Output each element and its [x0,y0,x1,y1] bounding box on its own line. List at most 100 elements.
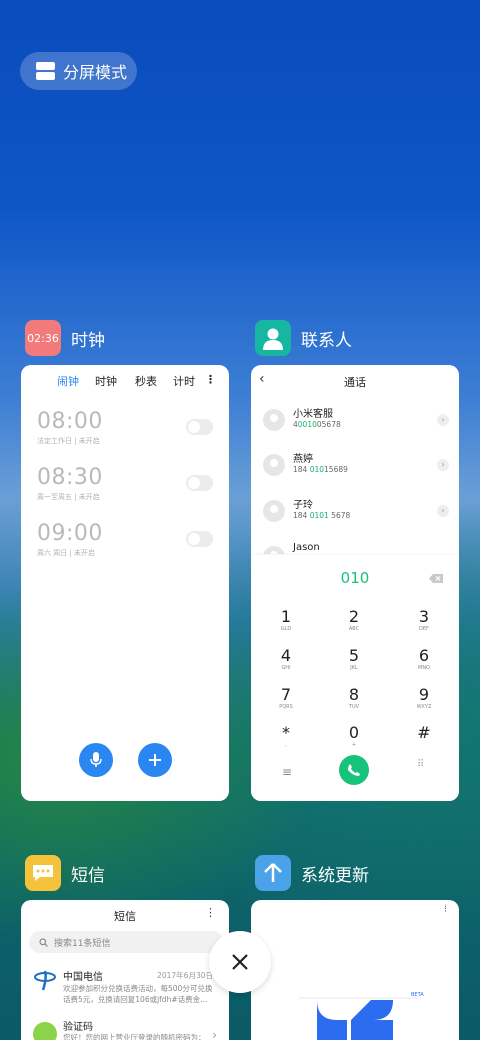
dial-key[interactable]: 7 PQRS [256,685,316,710]
app-name: 联系人 [301,330,352,351]
split-screen-button[interactable]: 分屏模式 [20,52,137,90]
sms-app-icon [25,855,61,891]
clear-all-button[interactable] [209,931,271,993]
number-part: 184 [293,511,310,520]
chevron-right-icon[interactable]: › [212,1028,217,1040]
contact-name: Jason [293,542,320,553]
number-match: 0010 [297,420,317,429]
alarm-toggle[interactable] [186,419,213,435]
arrow-up-icon [264,863,282,882]
dial-key-digit: 3 [418,607,430,626]
dial-key-letters: GLD [280,626,292,632]
contact-row[interactable]: 子玲 184 0101 5678 › [263,496,449,526]
dial-key-letters: WXYZ [416,704,432,710]
alarm-desc: 周一至周五 | 未开启 [37,493,100,501]
dial-key-letters: TUV [348,704,360,710]
contact-row[interactable]: 燕婷 184 01015689 › [263,450,449,480]
dial-key[interactable]: 8 TUV [324,685,384,710]
call-button[interactable] [339,755,369,785]
chevron-right-icon[interactable]: › [437,459,449,471]
message-preview: 欢迎参加积分兑换话费活动，每500分可兑换 [63,984,213,993]
dial-key-digit: # [417,723,431,742]
app-header-update[interactable]: 系统更新 [255,855,369,891]
chevron-right-icon[interactable]: › [437,505,449,517]
microphone-icon [90,752,102,767]
dial-key[interactable]: 1 GLD [256,607,316,632]
dial-key-digit: 8 [348,685,360,704]
update-app-card[interactable]: ⁝ BETA [251,900,459,1040]
search-input[interactable]: 搜索11条短信 [29,931,223,953]
search-placeholder: 搜索11条短信 [54,938,111,949]
contact-row[interactable]: 小米客服 4001005678 › [263,405,449,435]
menu-icon[interactable]: ≡ [282,765,292,779]
beta-badge: BETA [411,992,424,998]
dial-key[interactable]: *, [256,723,316,748]
dial-key-digit: 5 [348,646,360,665]
dial-input[interactable]: 010 [251,569,459,587]
dial-pad: 010 1 GLD 2 ABC 3 DEF 4 GHI 5 JKL 6 MNO 7 PQRS 8 TUV 9 WX… [251,555,459,801]
app-name: 短信 [71,865,105,886]
clock-tabs: 闹钟 时钟 秒表 计时 ⋮ [21,373,229,389]
dial-key[interactable]: 5 JKL [324,646,384,671]
dial-key-letters: DEF [419,626,429,632]
dial-key[interactable]: 0 + [324,723,384,748]
alarm-item[interactable]: 09:00 周六 周日 | 未开启 [37,521,213,561]
alarm-item[interactable]: 08:00 法定工作日 | 未开启 [37,409,213,449]
app-name: 系统更新 [301,865,369,886]
tab-stopwatch[interactable]: 秒表 [135,373,157,389]
alarm-toggle[interactable] [186,531,213,547]
chevron-right-icon[interactable]: › [437,414,449,426]
more-menu-icon[interactable]: ⋮ [205,373,216,386]
dial-key[interactable]: # [394,723,454,742]
number-part: 05678 [316,420,341,429]
sms-app-card[interactable]: 短信 ⋮ 搜索11条短信 中国电信 2017年6月30日 欢迎参加积分兑换话费活… [21,900,229,1040]
avatar [263,454,285,476]
dial-key-digit: 1 [280,607,292,626]
close-icon [232,954,248,970]
avatar [263,409,285,431]
contacts-app-card[interactable]: ‹ 通话 小米客服 4001005678 › 燕婷 184 01015689 ›… [251,365,459,801]
contact-number: 184 0101 5678 [293,511,350,520]
dial-key[interactable]: 6 MNO [394,646,454,671]
number-part: 15689 [324,465,348,474]
add-alarm-button[interactable] [138,743,172,777]
message-bubble-icon [33,865,53,881]
app-header-contacts[interactable]: 联系人 [255,320,352,356]
number-part: 184 [293,465,310,474]
voice-alarm-button[interactable] [79,743,113,777]
tab-clock[interactable]: 时钟 [95,373,117,389]
update-app-icon [255,855,291,891]
dial-key-digit: 4 [280,646,292,665]
alarm-desc: 法定工作日 | 未开启 [37,437,100,445]
dial-key-letters: ABC [348,626,360,632]
tab-timer[interactable]: 计时 [173,373,195,389]
app-header-sms[interactable]: 短信 [25,855,105,891]
alarm-toggle[interactable] [186,475,213,491]
alarm-item[interactable]: 08:30 周一至周五 | 未开启 [37,465,213,505]
dial-key[interactable]: 3 DEF [394,607,454,632]
keypad-toggle-icon[interactable]: ⠿ [417,759,424,770]
alarm-desc: 周六 周日 | 未开启 [37,549,96,557]
more-menu-icon[interactable]: ⋮ [205,906,216,919]
dial-key[interactable]: 4 GHI [256,646,316,671]
page-title: 短信 [114,910,136,923]
app-header-clock[interactable]: 02:36 时钟 [25,320,105,356]
backspace-icon[interactable] [429,574,443,583]
clock-icon-time: 02:36 [27,331,59,345]
dial-key-digit: * [282,723,290,742]
contact-name: 燕婷 [293,454,313,465]
phone-icon [348,764,360,776]
dial-key-digit: 6 [418,646,430,665]
dial-key-digit: 2 [348,607,360,626]
dial-key[interactable]: 2 ABC [324,607,384,632]
clock-app-card[interactable]: 闹钟 时钟 秒表 计时 ⋮ 08:00 法定工作日 | 未开启 08:30 周一… [21,365,229,801]
china-telecom-logo-icon [33,968,57,992]
tab-alarm[interactable]: 闹钟 [57,373,79,389]
verification-code-avatar-icon [33,1022,57,1040]
message-preview: 话费5元，兑换请回复106或jfdh#话费金... [63,995,208,1004]
contact-row[interactable]: Jason [263,542,449,554]
contact-name: 小米客服 [293,409,333,420]
contact-number: 4001005678 [293,420,341,429]
dial-key[interactable]: 9 WXYZ [394,685,454,710]
more-menu-icon[interactable]: ⁝ [444,904,447,915]
